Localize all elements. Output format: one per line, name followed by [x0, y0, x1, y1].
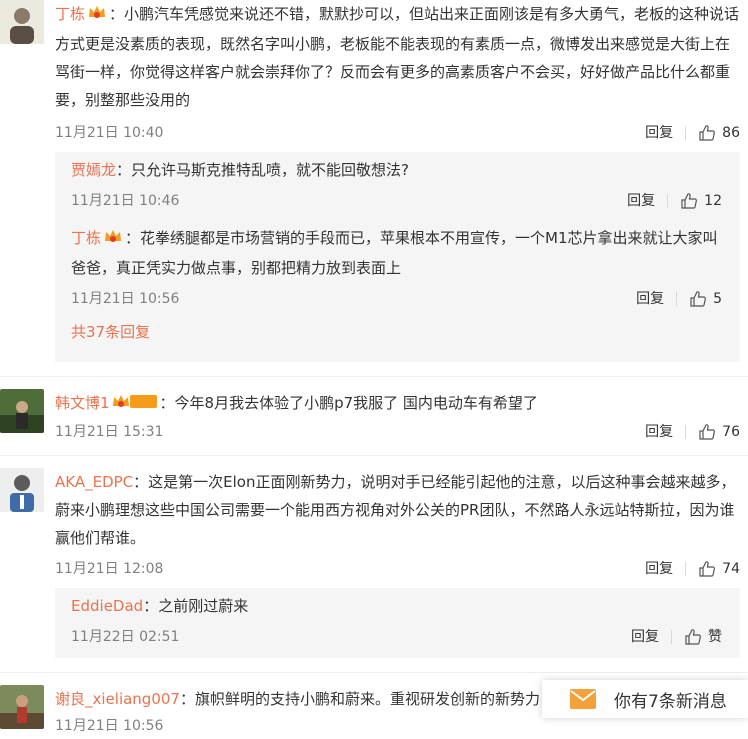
reply-thread: EddieDad：之前刚过蔚来 11月22日 02:51 回复 赞 — [55, 588, 740, 658]
divider — [685, 425, 687, 439]
reply-button[interactable]: 回复 — [631, 624, 659, 650]
comment-meta: 11月21日 15:31 回复 76 — [55, 419, 748, 445]
reply-meta: 11月21日 10:46 回复 12 — [71, 188, 740, 214]
thumbs-up-icon — [699, 561, 716, 577]
reply-thread: 贾嫣龙：只允许马斯克推特乱喷，就不能回敬想法? 11月21日 10:46 回复 … — [55, 152, 740, 362]
reply-text: 丁栋 ：花拳绣腿都是市场营销的手段而已，苹果根本不用宣传，一个M1芯片拿出来就让大… — [71, 224, 740, 282]
vip-crown-icon — [103, 226, 123, 254]
username[interactable]: 丁栋 — [55, 5, 85, 23]
comment-body: ：今年8月我去体验了小鹏p7我服了 国内电动车有希望了 — [159, 394, 538, 412]
more-replies-link[interactable]: 共37条回复 — [71, 312, 740, 352]
comment-meta: 11月21日 12:08 回复 74 — [55, 556, 748, 582]
avatar[interactable] — [0, 685, 44, 729]
timestamp: 11月21日 10:56 — [55, 718, 164, 734]
avatar[interactable] — [0, 0, 44, 44]
comment-text: AKA_EDPC：这是第一次Elon正面刚新势力，说明对手已经能引起他的注意，以… — [55, 468, 748, 552]
avatar[interactable] — [0, 389, 44, 433]
reply-body: ：之前刚过蔚来 — [143, 597, 249, 615]
like-button[interactable]: 赞 — [684, 624, 722, 650]
thumbs-up-icon — [681, 193, 698, 209]
reply-button[interactable]: 回复 — [645, 419, 673, 445]
mail-icon — [570, 689, 596, 709]
username[interactable]: AKA_EDPC — [55, 473, 133, 491]
reply-meta: 11月21日 10:56 回复 5 — [71, 286, 740, 312]
reply-body: ：花拳绣腿都是市场营销的手段而已，苹果根本不用宣传，一个M1芯片拿出来就让大家叫… — [71, 229, 718, 277]
reply-item: 贾嫣龙：只允许马斯克推特乱喷，就不能回敬想法? 11月21日 10:46 回复 … — [71, 156, 740, 214]
username[interactable]: 贾嫣龙 — [71, 161, 116, 179]
like-count: 76 — [722, 424, 740, 440]
like-count: 12 — [704, 193, 722, 209]
timestamp: 11月22日 02:51 — [71, 629, 180, 645]
avatar[interactable] — [0, 468, 44, 512]
username[interactable]: 韩文博1 — [55, 394, 110, 412]
like-count: 86 — [722, 125, 740, 141]
comment-body: ：小鹏汽车凭感觉来说还不错，默默抄可以，但站出来正面刚该是有多大勇气，老板的这种… — [55, 5, 740, 109]
vip-crown-icon — [87, 2, 107, 30]
reply-item: EddieDad：之前刚过蔚来 11月22日 02:51 回复 赞 — [71, 592, 740, 650]
reply-meta: 11月22日 02:51 回复 赞 — [71, 624, 740, 650]
like-button[interactable]: 12 — [680, 188, 722, 214]
like-button[interactable]: 5 — [689, 286, 722, 312]
username[interactable]: 谢良_xieliang007 — [55, 690, 180, 708]
toast-text: 你有7条新消息 — [614, 691, 727, 712]
reply-text: 贾嫣龙：只允许马斯克推特乱喷，就不能回敬想法? — [71, 156, 740, 184]
like-button[interactable]: 86 — [698, 120, 740, 146]
username[interactable]: EddieDad — [71, 597, 143, 615]
comment-body: ：这是第一次Elon正面刚新势力，说明对手已经能引起他的注意，以后这种事会越来越… — [55, 473, 736, 547]
fan-badge — [112, 391, 158, 419]
comment: 丁栋 ：小鹏汽车凭感觉来说还不错，默默抄可以，但站出来正面刚该是有多大勇气，老板的… — [0, 0, 748, 362]
like-button[interactable]: 76 — [698, 419, 740, 445]
like-label: 赞 — [708, 629, 722, 645]
timestamp: 11月21日 10:46 — [71, 193, 180, 209]
comment-text: 韩文博1 ：今年8月我去体验了小鹏p7我服了 国内电动车有希望了 — [55, 389, 748, 419]
comment-meta: 11月21日 10:40 回复 86 — [55, 120, 748, 146]
timestamp: 11月21日 12:08 — [55, 561, 164, 577]
reply-item: 丁栋 ：花拳绣腿都是市场营销的手段而已，苹果根本不用宣传，一个M1芯片拿出来就让大… — [71, 224, 740, 312]
reply-button[interactable]: 回复 — [645, 556, 673, 582]
reply-text: EddieDad：之前刚过蔚来 — [71, 592, 740, 620]
comment: AKA_EDPC：这是第一次Elon正面刚新势力，说明对手已经能引起他的注意，以… — [0, 468, 748, 658]
like-count: 5 — [713, 291, 722, 307]
comment: 韩文博1 ：今年8月我去体验了小鹏p7我服了 国内电动车有希望了 11月21日 1… — [0, 389, 748, 445]
comment-text: 丁栋 ：小鹏汽车凭感觉来说还不错，默默抄可以，但站出来正面刚该是有多大勇气，老板的… — [55, 0, 748, 114]
reply-button[interactable]: 回复 — [627, 188, 655, 214]
timestamp: 11月21日 15:31 — [55, 424, 164, 440]
divider — [0, 672, 748, 673]
reply-button[interactable]: 回复 — [636, 286, 664, 312]
thumbs-up-icon — [685, 629, 701, 645]
divider — [685, 126, 687, 140]
like-button[interactable]: 74 — [698, 556, 740, 582]
reply-button[interactable]: 回复 — [645, 120, 673, 146]
thumbs-up-icon — [699, 125, 716, 141]
divider — [685, 562, 687, 576]
reply-body: ：只允许马斯克推特乱喷，就不能回敬想法? — [116, 161, 409, 179]
like-count: 74 — [722, 561, 740, 577]
divider — [0, 455, 748, 456]
divider — [671, 630, 672, 644]
divider — [676, 292, 678, 306]
thumbs-up-icon — [690, 291, 707, 307]
divider — [667, 194, 669, 208]
thumbs-up-icon — [699, 424, 716, 440]
divider — [0, 376, 748, 377]
timestamp: 11月21日 10:40 — [55, 125, 164, 141]
new-messages-toast[interactable]: 你有7条新消息 — [542, 680, 748, 718]
username[interactable]: 丁栋 — [71, 229, 101, 247]
timestamp: 11月21日 10:56 — [71, 291, 180, 307]
